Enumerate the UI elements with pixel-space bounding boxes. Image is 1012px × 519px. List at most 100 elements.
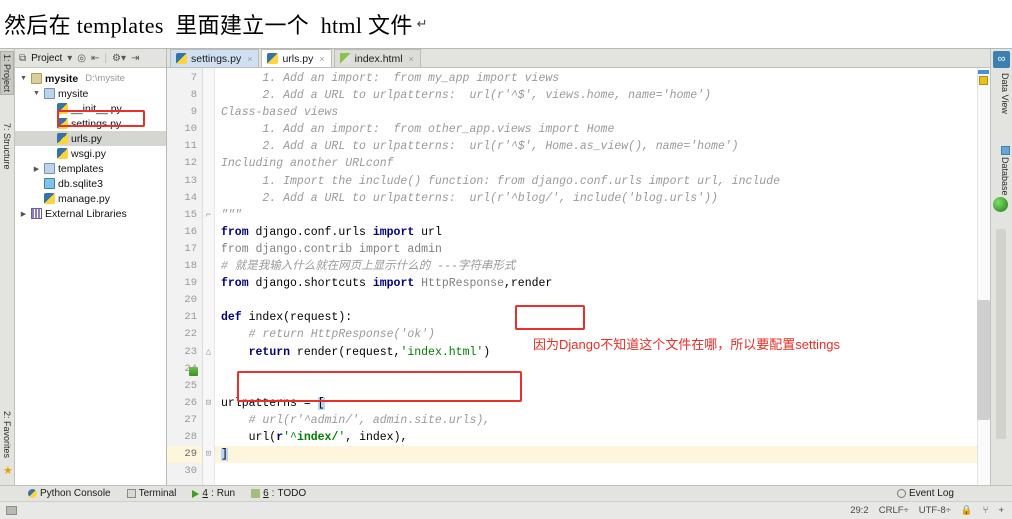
code-line[interactable]: urlpatterns = [ xyxy=(215,395,990,412)
marker-strip[interactable] xyxy=(977,68,990,486)
line-number[interactable]: 21 xyxy=(167,309,202,326)
code-line[interactable]: ] xyxy=(215,446,990,464)
line-number[interactable]: 18 xyxy=(167,258,202,275)
line-number[interactable]: 8 xyxy=(167,87,202,104)
chevron-down-icon[interactable]: ▾ xyxy=(67,53,72,64)
line-number[interactable]: 22 xyxy=(167,326,202,343)
gear-icon[interactable]: ⚙▾ xyxy=(112,53,126,64)
code-folding-column[interactable]: ⌐ △ ⊟ ⊡ xyxy=(203,68,215,486)
bottom-item-python-console[interactable]: Python Console xyxy=(28,488,111,499)
line-number[interactable]: 30 xyxy=(167,463,202,480)
line-number[interactable]: 16 xyxy=(167,224,202,241)
code-line[interactable]: 1. Import the include() function: from d… xyxy=(215,173,990,190)
line-number[interactable]: 13 xyxy=(167,173,202,190)
right-scrollbar[interactable] xyxy=(996,229,1006,439)
code-line[interactable]: 1. Add an import: from my_app import vie… xyxy=(215,70,990,87)
tree-item-mysite[interactable]: ▼ mysite xyxy=(15,86,166,101)
hide-panel-icon[interactable]: ⇥ xyxy=(131,53,139,64)
event-log-button[interactable]: Event Log xyxy=(896,488,954,499)
tree-item-wsgi-py[interactable]: wsgi.py xyxy=(15,146,166,161)
editor-scrollbar-thumb[interactable] xyxy=(977,300,990,420)
line-number[interactable]: 11 xyxy=(167,138,202,155)
chevron-down-icon[interactable]: ▼ xyxy=(19,75,28,82)
line-number[interactable]: 12 xyxy=(167,155,202,172)
line-number[interactable]: 9 xyxy=(167,104,202,121)
line-number[interactable]: 17 xyxy=(167,241,202,258)
line-number[interactable]: 28 xyxy=(167,429,202,446)
run-circle-icon[interactable] xyxy=(993,197,1008,212)
line-number[interactable]: 15 xyxy=(167,207,202,224)
tree-item-external-libraries[interactable]: ▶ External Libraries xyxy=(15,206,166,221)
collapse-all-icon[interactable]: ⇤ xyxy=(91,53,99,64)
code-line[interactable]: 2. Add a URL to urlpatterns: url(r'^$', … xyxy=(215,87,990,104)
line-number[interactable]: 7 xyxy=(167,70,202,87)
tree-item-urls-py[interactable]: urls.py xyxy=(15,131,166,146)
code-line[interactable]: 2. Add a URL to urlpatterns: url(r'^blog… xyxy=(215,190,990,207)
code-line[interactable]: from django.conf.urls import url xyxy=(215,224,990,241)
tree-item-__init__-py[interactable]: __init__.py xyxy=(15,101,166,116)
caret-position[interactable]: 29:2 xyxy=(850,505,869,516)
line-number[interactable]: 27 xyxy=(167,412,202,429)
code-line[interactable]: # 就是我输入什么就在网页上显示什么的 ---字符串形式 xyxy=(215,258,990,275)
code-line[interactable] xyxy=(215,292,990,309)
plus-icon[interactable]: + xyxy=(998,505,1004,516)
code-text[interactable]: 1. Add an import: from my_app import vie… xyxy=(215,68,990,486)
line-number[interactable]: 29 xyxy=(167,446,202,464)
line-number[interactable]: 26 xyxy=(167,395,202,412)
bottom-item-terminal[interactable]: Terminal xyxy=(126,488,176,499)
code-line[interactable]: def index(request): xyxy=(215,309,990,326)
fold-marker[interactable]: ⌐ xyxy=(203,207,214,224)
encoding-status[interactable]: UTF-8÷ xyxy=(919,505,951,516)
code-line[interactable] xyxy=(215,361,990,378)
code-line[interactable]: # url(r'^admin/', admin.site.urls), xyxy=(215,412,990,429)
sidebar-item-structure[interactable]: 7: Structure xyxy=(1,121,13,172)
code-line[interactable] xyxy=(215,463,990,480)
close-icon[interactable]: × xyxy=(319,54,324,64)
chevron-down-icon[interactable]: ▼ xyxy=(32,90,41,97)
code-line[interactable]: Including another URLconf xyxy=(215,155,990,172)
close-icon[interactable]: × xyxy=(247,54,252,64)
tab-index-html[interactable]: index.html × xyxy=(333,49,421,67)
fold-marker[interactable]: ⊟ xyxy=(203,395,214,412)
tree-item-settings-py[interactable]: settings.py xyxy=(15,116,166,131)
sidebar-item-project[interactable]: 1: Project xyxy=(0,51,14,96)
line-number[interactable]: 25 xyxy=(167,378,202,395)
tree-item-templates[interactable]: ▶ templates xyxy=(15,161,166,176)
line-number[interactable]: 19 xyxy=(167,275,202,292)
code-line[interactable]: url(r'^index/', index), xyxy=(215,429,990,446)
sidebar-item-favorites[interactable]: 2: Favorites xyxy=(1,409,13,460)
sidebar-item-database[interactable]: Database xyxy=(999,144,1011,198)
dataview-icon[interactable]: ∞ xyxy=(993,51,1010,68)
line-number[interactable]: 20 xyxy=(167,292,202,309)
line-number[interactable]: 14 xyxy=(167,190,202,207)
bottom-item-run[interactable]: 4 : Run xyxy=(192,488,235,499)
chevron-right-icon[interactable]: ▶ xyxy=(19,210,28,218)
fold-marker[interactable]: ⊡ xyxy=(203,446,214,463)
tab-urls-py[interactable]: urls.py × xyxy=(261,49,332,67)
target-icon[interactable]: ◎ xyxy=(77,53,86,64)
line-separator-status[interactable]: CRLF÷ xyxy=(879,505,909,516)
status-toggle-icon[interactable] xyxy=(6,506,17,515)
fold-marker[interactable]: △ xyxy=(203,344,214,361)
code-line[interactable] xyxy=(215,378,990,395)
code-line[interactable]: 1. Add an import: from other_app.views i… xyxy=(215,121,990,138)
code-line[interactable]: from django.contrib import admin xyxy=(215,241,990,258)
code-line[interactable]: """ xyxy=(215,207,990,224)
code-line[interactable]: 2. Add a URL to urlpatterns: url(r'^$', … xyxy=(215,138,990,155)
lock-icon[interactable]: 🔒 xyxy=(961,505,973,516)
close-icon[interactable]: × xyxy=(409,54,414,64)
project-scope-icon[interactable]: ⧉ xyxy=(19,53,26,64)
warning-marker-icon[interactable] xyxy=(979,76,988,85)
run-gutter-icon[interactable] xyxy=(189,367,198,376)
code-line[interactable]: Class-based views xyxy=(215,104,990,121)
sidebar-item-data-view[interactable]: Data View xyxy=(999,71,1011,116)
bottom-item-todo[interactable]: 6 : TODO xyxy=(251,488,306,499)
chevron-right-icon[interactable]: ▶ xyxy=(32,165,41,173)
code-line[interactable]: from django.shortcuts import HttpRespons… xyxy=(215,275,990,292)
tree-item-manage-py[interactable]: manage.py xyxy=(15,191,166,206)
tree-item-mysite[interactable]: ▼ mysite D:\mysite xyxy=(15,71,166,86)
branch-icon[interactable]: ⑂ xyxy=(983,505,989,516)
tree-item-db-sqlite3[interactable]: db.sqlite3 xyxy=(15,176,166,191)
tab-settings-py[interactable]: settings.py × xyxy=(170,49,260,67)
line-number[interactable]: 23 xyxy=(167,344,202,361)
